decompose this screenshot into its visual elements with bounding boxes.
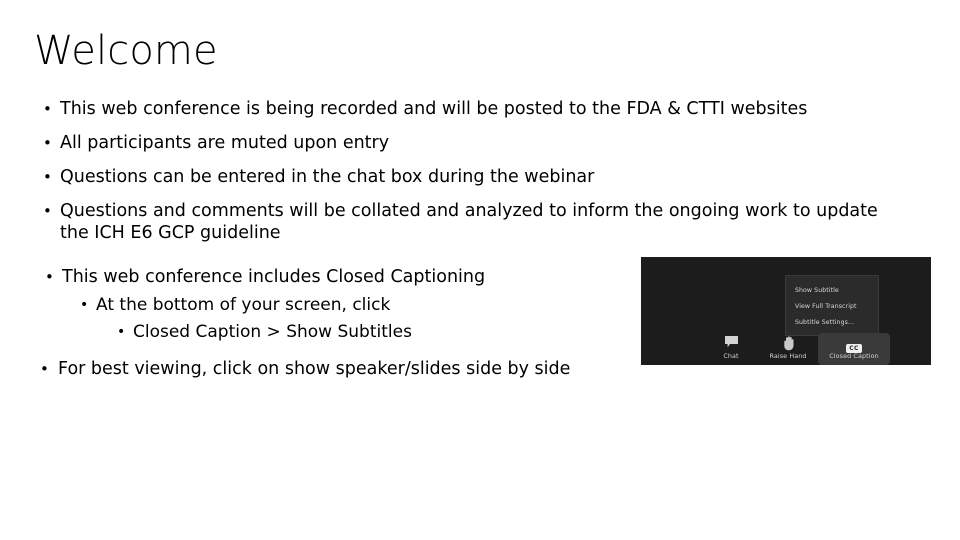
toolbar-button-chat: Chat [702,333,760,365]
bullet-marker: • [117,324,126,340]
list-item-text: This web conference is being recorded an… [60,99,808,119]
list-item: • All participants are muted upon entry [0,132,930,154]
bullet-marker: • [40,360,49,378]
closed-caption-menu: Show Subtitle View Full Transcript Subti… [785,275,879,336]
bullet-marker: • [43,202,52,220]
bullet-marker: • [43,168,52,186]
zoom-closed-caption-screenshot: Show Subtitle View Full Transcript Subti… [641,257,931,365]
list-item-text: All participants are muted upon entry [60,133,390,153]
list-item-text: Questions and comments will be collated … [60,201,878,243]
zoom-toolbar: Chat Raise Hand CC Closed Caption [641,333,931,365]
list-item-text: Questions can be entered in the chat box… [60,167,595,187]
toolbar-button-raise-hand: Raise Hand [759,333,817,365]
list-item: • Questions can be entered in the chat b… [0,166,930,188]
toolbar-label-chat: Chat [723,352,739,360]
toolbar-button-closed-caption: CC Closed Caption [818,333,890,365]
menu-item-subtitle-settings: Subtitle Settings... [795,319,855,326]
toolbar-label-raise-hand: Raise Hand [769,352,807,360]
raise-hand-icon [759,335,817,352]
slide-canvas: Welcome • This web conference is being r… [0,0,960,540]
toolbar-label-closed-caption: Closed Caption [829,352,879,360]
list-item: • This web conference is being recorded … [0,98,930,120]
bullet-marker: • [80,297,89,313]
list-item: • Questions and comments will be collate… [0,200,930,244]
page-title: Welcome [34,28,218,74]
menu-item-view-full-transcript: View Full Transcript [795,303,857,310]
bullet-marker: • [43,134,52,152]
chat-bubble-icon [702,335,760,352]
closed-caption-icon: CC [818,335,890,353]
bullet-marker: • [45,268,54,286]
bullet-marker: • [43,100,52,118]
menu-item-show-subtitle: Show Subtitle [795,287,839,294]
